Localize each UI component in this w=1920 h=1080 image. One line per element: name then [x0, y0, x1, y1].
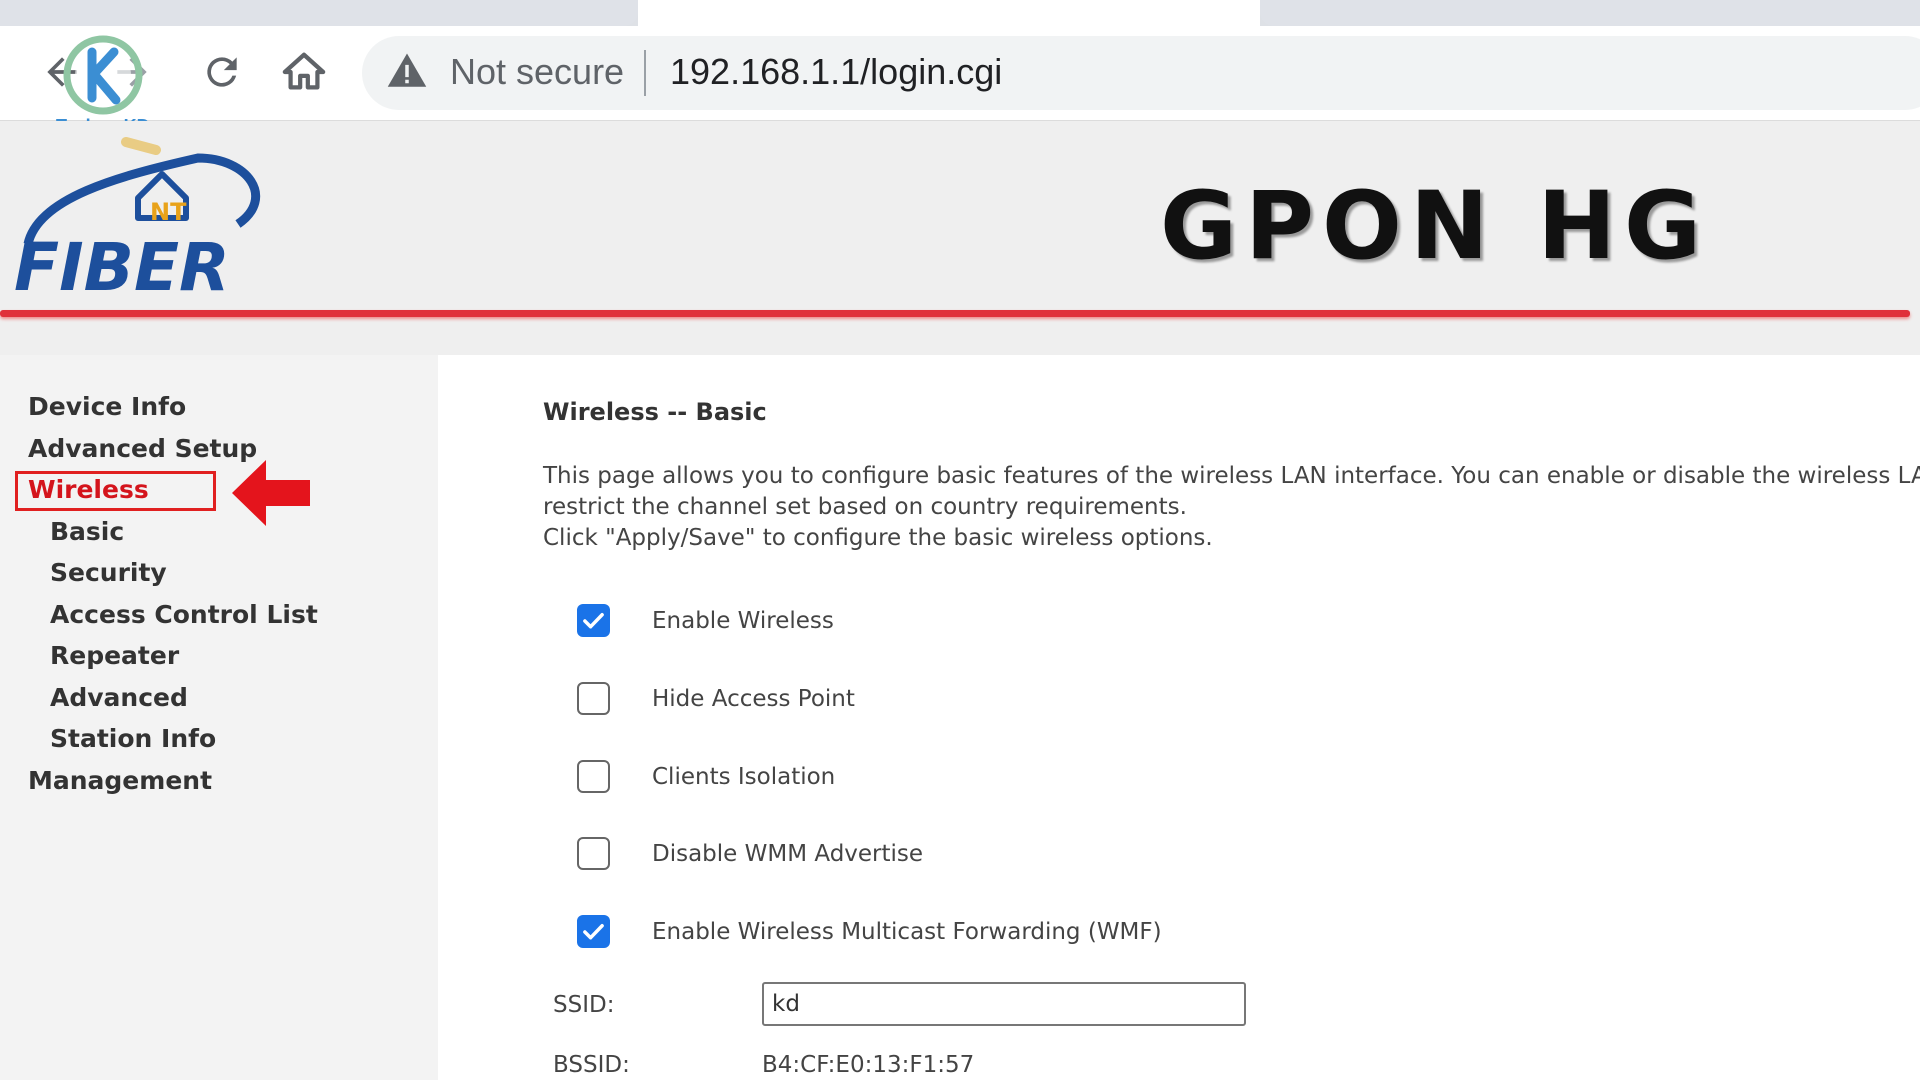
sidebar-item-access-control-list[interactable]: Access Control List — [50, 600, 318, 629]
sidebar-item-management[interactable]: Management — [28, 766, 212, 795]
page-description: This page allows you to configure basic … — [543, 461, 1920, 554]
red-pointer-arrow-icon — [232, 460, 310, 526]
sidebar-item-basic[interactable]: Basic — [50, 517, 124, 546]
security-status[interactable]: Not secure — [450, 50, 624, 94]
sidebar-item-station-info[interactable]: Station Info — [50, 724, 216, 753]
inactive-tab[interactable] — [1260, 0, 1920, 26]
sidebar-item-repeater[interactable]: Repeater — [50, 641, 179, 670]
home-button[interactable] — [274, 42, 334, 102]
banner-divider — [0, 310, 1910, 317]
ssid-input[interactable] — [762, 982, 1246, 1026]
logo-text: FIBER — [14, 229, 230, 304]
bssid-value: B4:CF:E0:13:F1:57 — [762, 1052, 975, 1078]
checkmark-icon — [583, 924, 604, 940]
url-text[interactable]: 192.168.1.1/login.cgi — [670, 50, 1002, 94]
home-icon — [282, 52, 326, 90]
clients-isolation-checkbox[interactable] — [577, 760, 610, 793]
sidebar-item-security[interactable]: Security — [50, 558, 167, 587]
device-title: GPON HG — [1160, 172, 1710, 281]
reload-icon — [207, 57, 237, 87]
nt-fiber-logo: NT FIBER — [14, 137, 261, 304]
sidebar — [0, 355, 438, 1080]
disable-wmm-advertise-checkbox[interactable] — [577, 837, 610, 870]
enable-wmf-label[interactable]: Enable Wireless Multicast Forwarding (WM… — [652, 919, 1162, 945]
sidebar-item-advanced-setup[interactable]: Advanced Setup — [28, 434, 257, 463]
tab-strip — [0, 0, 1920, 34]
omnibox-divider — [644, 50, 646, 96]
ssid-label: SSID: — [553, 992, 615, 1018]
checkmark-icon — [583, 613, 604, 629]
disable-wmm-advertise-label[interactable]: Disable WMM Advertise — [652, 841, 923, 867]
logo-badge: NT — [150, 198, 187, 226]
inactive-tab[interactable] — [0, 0, 638, 26]
wireless-highlight-box — [15, 471, 216, 511]
bssid-label: BSSID: — [553, 1052, 630, 1078]
hide-access-point-checkbox[interactable] — [577, 682, 610, 715]
address-bar[interactable]: Not secure 192.168.1.1/login.cgi — [362, 36, 1920, 110]
reload-button[interactable] — [192, 42, 252, 102]
sidebar-item-advanced[interactable]: Advanced — [50, 683, 188, 712]
sidebar-item-device-info[interactable]: Device Info — [28, 392, 186, 421]
description-line: restrict the channel set based on countr… — [543, 494, 1187, 520]
hide-access-point-label[interactable]: Hide Access Point — [652, 686, 855, 712]
description-line: This page allows you to configure basic … — [543, 463, 1920, 489]
page-title: Wireless -- Basic — [543, 398, 767, 426]
warning-icon[interactable] — [386, 50, 428, 92]
clients-isolation-label[interactable]: Clients Isolation — [652, 764, 835, 790]
description-line: Click "Apply/Save" to configure the basi… — [543, 525, 1213, 551]
enable-wmf-checkbox[interactable] — [577, 915, 610, 948]
enable-wireless-label[interactable]: Enable Wireless — [652, 608, 834, 634]
enable-wireless-checkbox[interactable] — [577, 604, 610, 637]
